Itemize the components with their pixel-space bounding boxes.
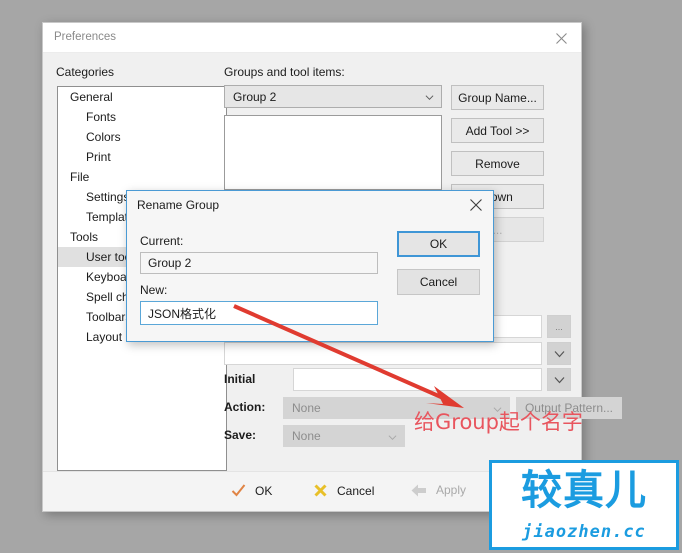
cancel-button[interactable]: Cancel <box>313 483 374 498</box>
tree-item-general[interactable]: General <box>58 87 226 107</box>
save-label: Save: <box>224 428 257 442</box>
cross-icon <box>314 484 327 497</box>
tree-item-fonts[interactable]: Fonts <box>58 107 226 127</box>
watermark-logo: 较真儿 jiaozhen.cc <box>489 460 679 550</box>
arrow-left-icon <box>411 484 426 496</box>
annotation-text: 给Group起个名字 <box>414 410 583 434</box>
save-select: None <box>283 425 405 447</box>
row2-field[interactable] <box>224 342 542 365</box>
groups-label: Groups and tool items: <box>224 65 345 79</box>
close-glyph <box>555 32 567 44</box>
initial-label: Initial <box>224 372 256 386</box>
action-select-value: None <box>292 401 321 415</box>
current-label: Current: <box>140 234 184 248</box>
apply-button: Apply <box>411 483 466 497</box>
watermark-en-text: jiaozhen.cc <box>522 522 646 542</box>
ok-button[interactable]: OK <box>231 483 272 498</box>
cancel-button-label: Cancel <box>337 483 375 498</box>
chevron-down-icon <box>554 376 564 383</box>
rename-dialog-title: Rename Group <box>137 198 220 212</box>
new-group-name-value: JSON格式化 <box>148 307 217 321</box>
current-field-value: Group 2 <box>148 256 192 270</box>
rename-ok-button[interactable]: OK <box>397 231 480 257</box>
remove-button[interactable]: Remove <box>451 151 544 176</box>
close-glyph <box>470 199 482 211</box>
add-tool-button[interactable]: Add Tool >> <box>451 118 544 143</box>
tree-item-colors[interactable]: Colors <box>58 127 226 147</box>
close-icon[interactable] <box>465 195 487 215</box>
chevron-down-icon <box>554 350 564 357</box>
initial-field[interactable] <box>293 368 542 391</box>
row1-browse-button[interactable]: ... <box>547 315 571 338</box>
rename-group-dialog: Rename Group Current: Group 2 New: JSON格… <box>126 190 494 342</box>
group-name-button[interactable]: Group Name... <box>451 85 544 110</box>
check-icon <box>231 484 246 497</box>
row2-dropdown-button[interactable] <box>547 342 571 365</box>
window-title: Preferences <box>54 31 117 43</box>
apply-button-label: Apply <box>436 483 467 497</box>
new-group-name-input[interactable]: JSON格式化 <box>140 301 378 325</box>
save-select-value: None <box>292 429 321 443</box>
initial-dropdown-button[interactable] <box>547 368 571 391</box>
close-icon[interactable] <box>541 23 581 53</box>
categories-label: Categories <box>56 65 115 79</box>
chevron-down-icon <box>425 95 434 101</box>
chevron-down-icon <box>388 435 397 441</box>
tree-item-print[interactable]: Print <box>58 147 226 167</box>
tree-item-file[interactable]: File <box>58 167 226 187</box>
group-select[interactable]: Group 2 <box>224 85 442 108</box>
new-label: New: <box>140 283 168 297</box>
ok-button-label: OK <box>255 483 273 498</box>
tool-items-listbox[interactable] <box>224 115 442 190</box>
rename-cancel-button[interactable]: Cancel <box>397 269 480 295</box>
window-titlebar: Preferences <box>43 23 581 53</box>
action-label: Action: <box>224 400 266 414</box>
group-select-value: Group 2 <box>233 90 277 104</box>
watermark-cn-text: 较真儿 <box>521 466 647 514</box>
current-field: Group 2 <box>140 252 378 274</box>
